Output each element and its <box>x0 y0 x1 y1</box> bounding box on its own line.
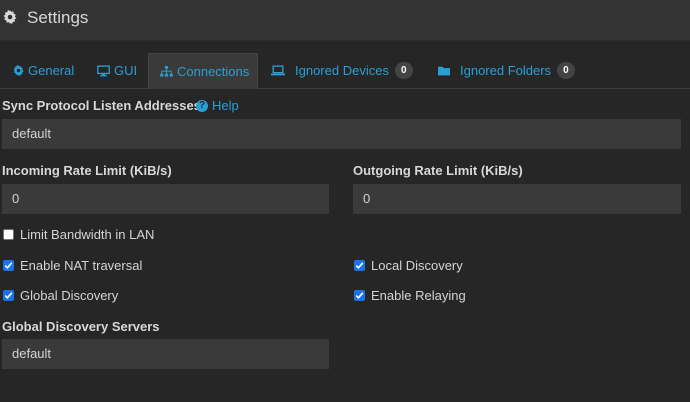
tab-gui-label: GUI <box>114 63 138 78</box>
discovery-servers-input[interactable]: default <box>2 339 329 369</box>
nat-traversal-checkbox[interactable]: Enable NAT traversal <box>3 259 142 273</box>
global-discovery-label: Global Discovery <box>20 288 119 303</box>
checkmark-icon <box>354 260 365 272</box>
discovery-servers-label: Global Discovery Servers <box>2 319 160 334</box>
tab-gui[interactable]: GUI <box>97 53 137 88</box>
ignored-folders-count-badge: 0 <box>557 62 575 80</box>
settings-tabs: General GUI Connections Ignored Devices 0… <box>0 53 690 89</box>
folder-icon <box>438 66 450 76</box>
incoming-rate-label: Incoming Rate Limit (KiB/s) <box>2 163 172 178</box>
checkmark-icon <box>3 260 14 272</box>
tab-connections-label: Connections <box>177 64 250 79</box>
limit-bandwidth-lan-label: Limit Bandwidth in LAN <box>20 227 155 242</box>
settings-header: Settings <box>0 0 690 41</box>
question-circle-icon: ? <box>196 99 208 112</box>
listen-addresses-input[interactable]: default <box>2 119 681 149</box>
limit-bandwidth-lan-checkbox[interactable]: Limit Bandwidth in LAN <box>3 228 154 242</box>
tab-ignored-devices[interactable]: Ignored Devices 0 <box>271 53 413 88</box>
ignored-devices-count-badge: 0 <box>394 62 413 80</box>
tab-connections[interactable]: Connections <box>148 53 258 89</box>
checkmark-icon <box>354 290 365 302</box>
gear-icon <box>13 65 24 77</box>
laptop-icon <box>271 65 285 76</box>
outgoing-rate-input[interactable]: 0 <box>353 184 681 214</box>
enable-relaying-label: Enable Relaying <box>371 288 466 303</box>
tab-general[interactable]: General <box>13 53 74 88</box>
tab-ignored-devices-label: Ignored Devices <box>295 63 389 78</box>
checkmark-icon <box>3 290 14 302</box>
help-link[interactable]: ? Help <box>196 98 239 113</box>
tab-general-label: General <box>28 63 75 78</box>
tab-ignored-folders[interactable]: Ignored Folders 0 <box>438 53 575 88</box>
desktop-icon <box>97 65 110 76</box>
outgoing-rate-label: Outgoing Rate Limit (KiB/s) <box>353 163 523 178</box>
incoming-rate-input[interactable]: 0 <box>2 184 329 214</box>
gear-icon <box>3 10 17 24</box>
checkbox-unchecked-icon <box>3 229 14 241</box>
global-discovery-checkbox[interactable]: Global Discovery <box>3 289 118 303</box>
tab-ignored-folders-label: Ignored Folders <box>460 63 552 78</box>
enable-relaying-checkbox[interactable]: Enable Relaying <box>354 289 466 303</box>
nat-traversal-label: Enable NAT traversal <box>20 258 143 273</box>
local-discovery-checkbox[interactable]: Local Discovery <box>354 259 463 273</box>
page-title: Settings <box>27 8 89 27</box>
local-discovery-label: Local Discovery <box>371 258 463 273</box>
sitemap-icon <box>160 66 173 77</box>
help-link-label: Help <box>212 98 239 113</box>
listen-addresses-label: Sync Protocol Listen Addresses <box>2 98 201 113</box>
